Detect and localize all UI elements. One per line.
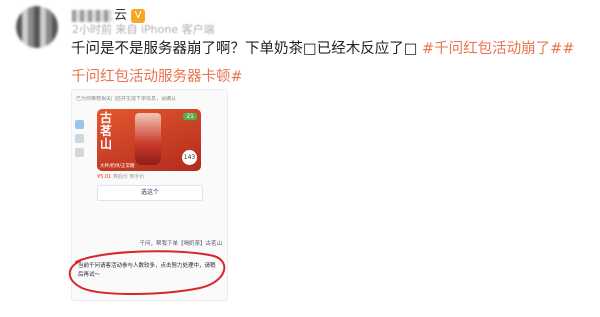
product-badge: 143 xyxy=(182,150,197,165)
side-icon xyxy=(75,148,84,157)
product-tag: 21 xyxy=(183,113,197,120)
product-image: 古茗山 21 143 大杯/奶绿/正常糖 xyxy=(97,109,201,171)
avatar[interactable] xyxy=(16,6,58,48)
assistant-reply: 当前千问请客活动参与人数较多，点击努力处理中，请稍后再试～ xyxy=(78,263,216,278)
side-icon xyxy=(75,134,84,143)
author-name-blurred xyxy=(72,9,112,22)
hashtag-link-1[interactable]: #千问红包活动崩了# xyxy=(422,41,562,57)
user-message: 千问，帮我下单【喝奶茶】古茗山 xyxy=(139,241,222,247)
post-body: 千问是不是服务器崩了啊？下单奶茶□已经木反应了□ xyxy=(71,41,423,57)
attached-screenshot[interactable]: 已为你推荐相关门店并生成下单信息，请确认 古茗山 21 143 大杯/奶绿/正常… xyxy=(71,89,228,301)
price-current: ¥5.01 xyxy=(97,174,112,180)
post-text: 千问是不是服务器崩了啊？下单奶茶□已经木反应了□ #千问红包活动崩了##千问红包… xyxy=(71,35,586,91)
tea-cup-icon xyxy=(135,113,161,165)
product-caption: 大杯/奶绿/正常糖 xyxy=(100,164,135,169)
side-icon xyxy=(75,120,84,129)
select-button[interactable]: 选这个 xyxy=(97,185,203,201)
price-note: 券后价 到手价 xyxy=(112,174,145,180)
screenshot-top-note: 已为你推荐相关门店并生成下单信息，请确认 xyxy=(76,96,177,102)
product-brand: 古茗山 xyxy=(100,111,113,151)
price-line: ¥5.01 券后价 到手价 xyxy=(97,173,145,180)
